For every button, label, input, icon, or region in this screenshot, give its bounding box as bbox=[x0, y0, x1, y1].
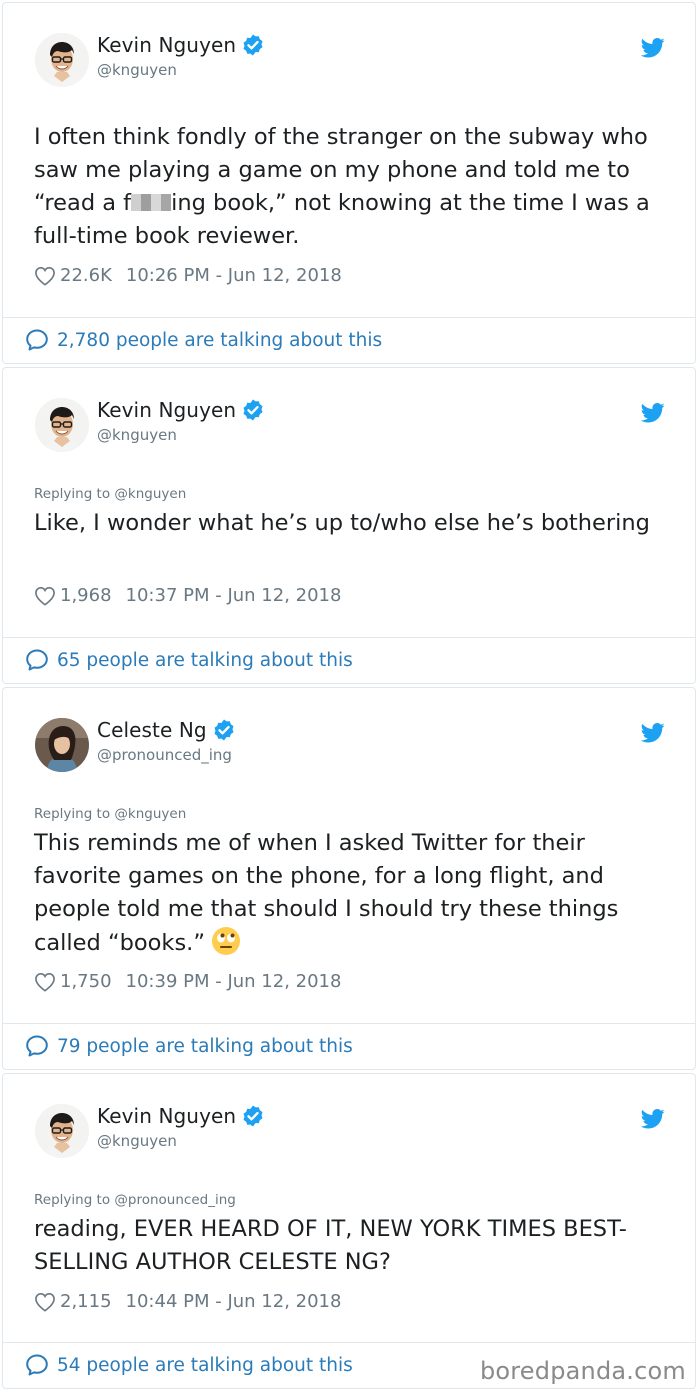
verified-badge-icon bbox=[212, 718, 236, 742]
verified-badge-icon bbox=[241, 1104, 265, 1128]
avatar-image bbox=[35, 398, 89, 452]
like-count[interactable]: 1,968 bbox=[60, 585, 112, 606]
author-name-row: Celeste Ng bbox=[97, 718, 236, 742]
heart-icon[interactable] bbox=[34, 586, 56, 606]
divider bbox=[3, 637, 695, 638]
talking-about-text: 54 people are talking about this bbox=[57, 1354, 353, 1376]
timestamp[interactable]: 10:26 PM - Jun 12, 2018 bbox=[126, 265, 342, 286]
replying-to[interactable]: Replying to @knguyen bbox=[34, 806, 186, 822]
talking-about-link[interactable]: 54 people are talking about this bbox=[25, 1353, 353, 1377]
talking-about-link[interactable]: 2,780 people are talking about this bbox=[25, 328, 382, 352]
tweet-card[interactable]: Celeste Ng @pronounced_ing Replying to @… bbox=[2, 687, 696, 1070]
tweet-card[interactable]: Kevin Nguyen @knguyen I often think fond… bbox=[2, 2, 696, 364]
watermark: boredpanda.com bbox=[479, 1357, 686, 1385]
talking-about-link[interactable]: 79 people are talking about this bbox=[25, 1034, 353, 1058]
verified-badge-icon bbox=[241, 33, 265, 57]
heart-icon[interactable] bbox=[34, 1292, 56, 1312]
tweet-meta: 2,115 10:44 PM - Jun 12, 2018 bbox=[34, 1291, 341, 1312]
verified-badge-icon bbox=[241, 398, 265, 422]
author-handle[interactable]: @knguyen bbox=[97, 426, 177, 444]
twitter-bird-icon[interactable] bbox=[641, 402, 665, 424]
tweet-text: reading, EVER HEARD OF IT, NEW YORK TIME… bbox=[34, 1216, 627, 1275]
divider bbox=[3, 317, 695, 318]
like-count[interactable]: 2,115 bbox=[60, 1291, 112, 1312]
talking-about-text: 2,780 people are talking about this bbox=[57, 329, 383, 351]
avatar-image bbox=[35, 33, 89, 87]
talking-about-text: 79 people are talking about this bbox=[57, 1035, 353, 1057]
author-name[interactable]: Celeste Ng bbox=[97, 718, 207, 742]
twitter-bird-icon[interactable] bbox=[641, 1108, 665, 1130]
speech-bubble-icon bbox=[25, 1353, 49, 1377]
tweet-meta: 22.6K 10:26 PM - Jun 12, 2018 bbox=[34, 265, 342, 286]
timestamp[interactable]: 10:39 PM - Jun 12, 2018 bbox=[126, 971, 342, 992]
like-count[interactable]: 1,750 bbox=[60, 971, 112, 992]
author-name[interactable]: Kevin Nguyen bbox=[97, 33, 236, 57]
timestamp[interactable]: 10:44 PM - Jun 12, 2018 bbox=[126, 1291, 342, 1312]
heart-icon[interactable] bbox=[34, 266, 56, 286]
tweet-text: Like, I wonder what he’s up to/who else … bbox=[34, 510, 650, 536]
author-name-row: Kevin Nguyen bbox=[97, 33, 265, 57]
censor-pixelation bbox=[131, 194, 172, 211]
speech-bubble-icon bbox=[25, 1034, 49, 1058]
replying-to[interactable]: Replying to @knguyen bbox=[34, 486, 186, 502]
tweet-meta: 1,750 10:39 PM - Jun 12, 2018 bbox=[34, 971, 341, 992]
heart-icon[interactable] bbox=[34, 972, 56, 992]
timestamp[interactable]: 10:37 PM - Jun 12, 2018 bbox=[126, 585, 342, 606]
avatar[interactable] bbox=[35, 718, 89, 772]
author-name[interactable]: Kevin Nguyen bbox=[97, 398, 236, 422]
like-count[interactable]: 22.6K bbox=[60, 265, 112, 286]
author-handle[interactable]: @pronounced_ing bbox=[97, 746, 232, 764]
twitter-bird-icon[interactable] bbox=[641, 722, 665, 744]
tweet-meta: 1,968 10:37 PM - Jun 12, 2018 bbox=[34, 585, 341, 606]
talking-about-link[interactable]: 65 people are talking about this bbox=[25, 648, 353, 672]
tweet-text: I often think fondly of the stranger on … bbox=[34, 121, 674, 253]
rolling-eyes-emoji-icon bbox=[211, 926, 241, 956]
speech-bubble-icon bbox=[25, 328, 49, 352]
tweet-text: This reminds me of when I asked Twitter … bbox=[34, 827, 674, 960]
avatar-image bbox=[35, 718, 89, 772]
divider bbox=[3, 1023, 695, 1024]
twitter-bird-icon[interactable] bbox=[641, 37, 665, 59]
talking-about-text: 65 people are talking about this bbox=[57, 649, 353, 671]
avatar[interactable] bbox=[35, 398, 89, 452]
author-name-row: Kevin Nguyen bbox=[97, 1104, 265, 1128]
author-name[interactable]: Kevin Nguyen bbox=[97, 1104, 236, 1128]
tweet-card[interactable]: Kevin Nguyen @knguyen Replying to @prono… bbox=[2, 1073, 696, 1389]
tweet-text-body: This reminds me of when I asked Twitter … bbox=[34, 830, 619, 956]
speech-bubble-icon bbox=[25, 648, 49, 672]
author-handle[interactable]: @knguyen bbox=[97, 1132, 177, 1150]
divider bbox=[3, 1342, 695, 1343]
author-name-row: Kevin Nguyen bbox=[97, 398, 265, 422]
avatar-image bbox=[35, 1104, 89, 1158]
author-handle[interactable]: @knguyen bbox=[97, 61, 177, 79]
avatar[interactable] bbox=[35, 1104, 89, 1158]
tweet-card[interactable]: Kevin Nguyen @knguyen Replying to @knguy… bbox=[2, 367, 696, 684]
replying-to[interactable]: Replying to @pronounced_ing bbox=[34, 1192, 236, 1208]
avatar[interactable] bbox=[35, 33, 89, 87]
